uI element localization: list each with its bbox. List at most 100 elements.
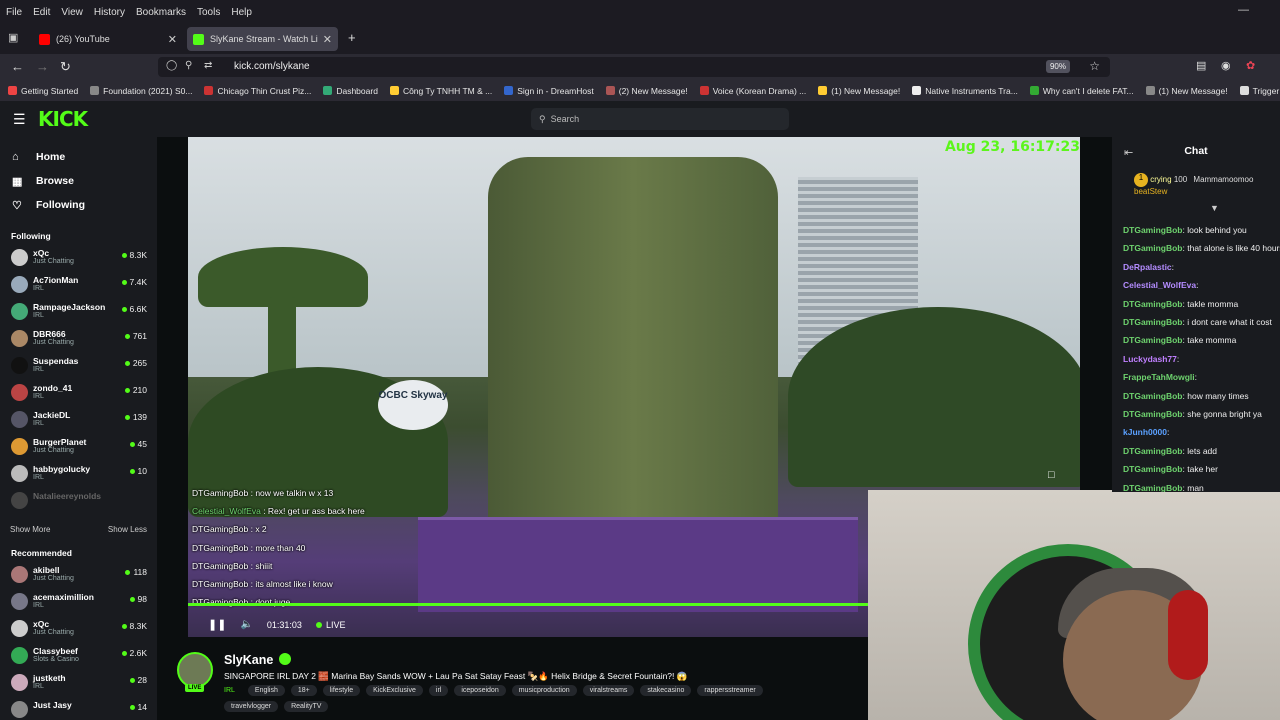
chat-username[interactable]: DeRpalastic [1123,262,1172,272]
chat-username[interactable]: DTGamingBob [1123,225,1183,235]
bookmark-item[interactable]: Trigger Boxing [1239,86,1280,96]
bookmark-item[interactable]: (1) New Message! [1145,86,1228,96]
menu-item[interactable]: Help [229,7,252,18]
channel-item[interactable]: RampageJackson IRL 6.6K [0,299,157,326]
stream-tag[interactable]: KickExclusive [366,685,423,696]
channel-item[interactable]: Ac7ionMan IRL 7.4K [0,272,157,299]
menu-item[interactable]: History [92,7,125,18]
channel-item[interactable]: xQc Just Chatting 8.3K [0,245,157,272]
search-input[interactable]: ⚲ Search [531,108,789,130]
sidebar-icon[interactable]: ▤ [1196,59,1206,72]
shield-icon[interactable]: ◯ [166,60,177,71]
stream-tag[interactable]: 18+ [290,685,317,696]
menu-icon[interactable]: ☰ [13,111,26,128]
bookmark-item[interactable]: (1) New Message! [818,86,900,96]
menu-item[interactable]: Tools [195,7,220,18]
account-icon[interactable]: ◉ [1221,59,1231,72]
streamer-name[interactable]: SlyKane [224,653,273,667]
menu-item[interactable]: Bookmarks [134,7,186,18]
bookmark-item[interactable]: Voice (Korean Drama) ... [699,86,806,96]
stream-tag[interactable]: travelvlogger [224,701,279,712]
bookmark-item[interactable]: Chicago Thin Crust Piz... [204,86,311,96]
bookmark-item[interactable]: Công Ty TNHH TM & ... [389,86,492,96]
bookmark-item[interactable]: Sign in - DreamHost [504,86,594,96]
chat-username[interactable]: DTGamingBob [1123,299,1183,309]
channel-item[interactable]: BurgerPlanet Just Chatting 45 [0,434,157,461]
chat-username[interactable]: DTGamingBob [1123,243,1183,253]
menu-item[interactable]: View [59,7,83,18]
zoom-level[interactable]: 90% [1045,60,1070,73]
nav-home[interactable]: ⌂ Home [0,145,157,169]
category-link[interactable]: IRL [224,685,242,696]
stream-tag[interactable]: RealityTV [284,701,329,712]
bookmark-item[interactable]: Foundation (2021) S0... [90,86,192,96]
stream-tag[interactable]: stakecasino [640,685,692,696]
permissions-icon[interactable]: ⇄ [204,60,212,71]
stream-tag[interactable]: musicproduction [511,685,577,696]
menu-item[interactable]: Edit [31,7,50,18]
chevron-down-icon[interactable]: ▼ [1210,203,1219,213]
lock-icon[interactable]: ⚲ [185,60,192,71]
channel-item[interactable]: Classybeef Slots & Casino 2.6K [0,643,157,670]
menu-item[interactable]: File [4,7,22,18]
channel-item[interactable]: zondo_41 IRL 210 [0,380,157,407]
chat-username[interactable]: Luckydash77 [1123,354,1177,364]
chat-username[interactable]: FrappeTahMowgli [1123,372,1195,382]
close-tab-icon[interactable]: ✕ [168,33,177,46]
pause-icon[interactable]: ❚❚ [208,618,226,631]
stream-tag[interactable]: iceposeidon [454,685,506,696]
channel-item[interactable]: DBR666 Just Chatting 761 [0,326,157,353]
chat-username[interactable]: DTGamingBob [1123,391,1183,401]
tab-youtube[interactable]: (26) YouTube ✕ [33,27,183,51]
channel-item[interactable]: habbygolucky IRL 10 [0,461,157,488]
address-bar[interactable]: ◯ ⚲ ⇄ kick.com/slykane 90% ☆ [158,57,1110,77]
pip-icon[interactable]: □ [1048,469,1055,481]
channel-item[interactable]: akibell Just Chatting 118 [0,562,157,589]
show-more-button[interactable]: Show More [10,525,50,534]
stream-tag[interactable]: lifestyle [322,685,361,696]
bookmark-item[interactable]: Getting Started [8,86,78,96]
chat-username[interactable]: DTGamingBob [1123,483,1183,492]
nav-browse[interactable]: ▦ Browse [0,169,157,193]
channel-item[interactable]: justketh IRL 28 [0,670,157,697]
chat-username[interactable]: DTGamingBob [1123,446,1183,456]
channel-item[interactable]: Suspendas IRL 265 [0,353,157,380]
kick-logo[interactable]: KICK [38,107,88,131]
show-less-button[interactable]: Show Less [108,525,147,534]
channel-item[interactable]: Natalieereynolds [0,488,157,515]
chat-username[interactable]: DTGamingBob [1123,409,1183,419]
chat-username[interactable]: Celestial_WolfEva [1123,280,1196,290]
url-text[interactable]: kick.com/slykane [234,61,310,72]
extension-icon[interactable]: ✿ [1246,59,1255,72]
bookmark-item[interactable]: (2) New Message! [605,86,688,96]
channel-item[interactable]: JackieDL IRL 139 [0,407,157,434]
live-indicator[interactable]: LIVE [316,620,346,630]
reload-icon[interactable]: ↻ [60,59,71,75]
forward-icon[interactable]: → [36,59,49,74]
chat-username[interactable]: DTGamingBob [1123,335,1183,345]
stream-tag[interactable]: English [247,685,285,696]
stream-tag[interactable]: irl [428,685,449,696]
volume-icon[interactable]: 🔈 [240,619,252,630]
tab-list-icon[interactable]: ▣ [8,31,18,44]
back-icon[interactable]: ← [11,59,24,74]
stream-tag[interactable]: viralstreams [582,685,635,696]
new-tab-icon[interactable]: + [348,30,356,45]
channel-item[interactable]: Just Jasy 14 [0,697,157,720]
streamer-avatar[interactable] [177,652,213,688]
bookmark-item[interactable]: Dashboard [323,86,378,96]
bookmark-star-icon[interactable]: ☆ [1089,59,1100,73]
chat-username[interactable]: DTGamingBob [1123,464,1183,474]
bookmark-item[interactable]: Native Instruments Tra... [912,86,1018,96]
collapse-chat-icon[interactable]: ⇤ [1124,146,1133,159]
stream-tag[interactable]: rappersstreamer [697,685,763,696]
bookmark-item[interactable]: Why can't I delete FAT... [1029,86,1134,96]
progress-bar[interactable] [188,603,868,606]
channel-item[interactable]: acemaximillion IRL 98 [0,589,157,616]
chat-username[interactable]: kJunh0000 [1123,427,1167,437]
close-tab-icon[interactable]: ✕ [323,33,332,46]
channel-item[interactable]: xQc Just Chatting 8.3K [0,616,157,643]
minimize-icon[interactable]: — [1238,4,1249,16]
tab-kick[interactable]: SlyKane Stream - Watch Li ✕ [187,27,338,51]
nav-following[interactable]: ♡ Following [0,193,157,217]
